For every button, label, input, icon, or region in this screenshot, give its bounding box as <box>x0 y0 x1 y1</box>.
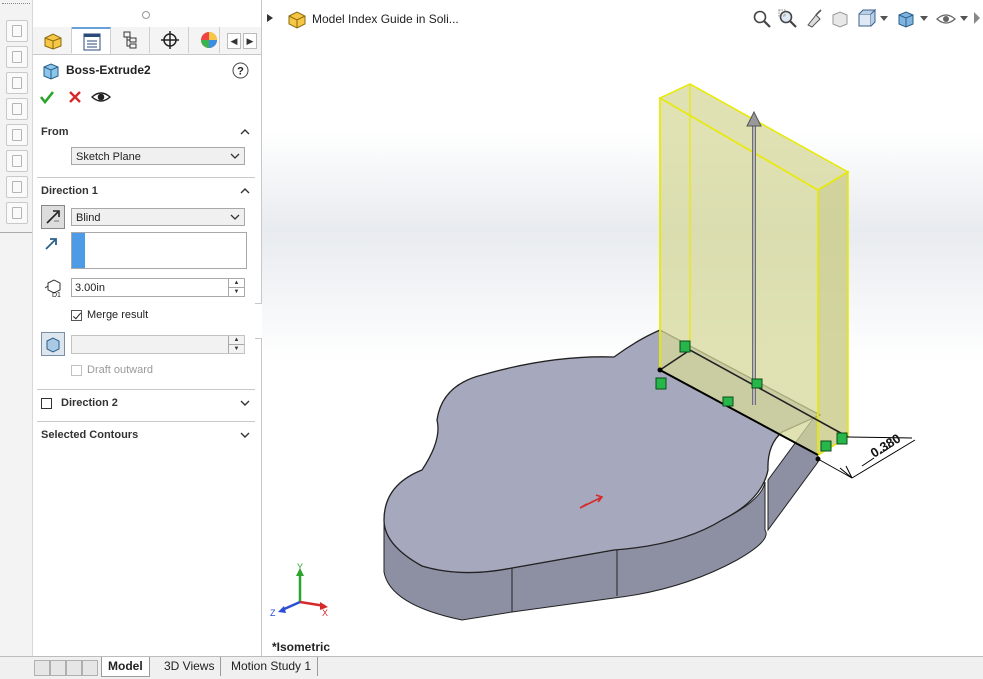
next-tab-icon[interactable] <box>66 660 82 676</box>
section-divider <box>37 177 255 178</box>
draft-on-off-icon[interactable] <box>41 332 65 356</box>
cancel-x-icon[interactable] <box>67 89 83 105</box>
spin-down-icon[interactable]: ▼ <box>229 287 244 296</box>
selected-contours-section-header[interactable]: Selected Contours <box>41 429 138 441</box>
chevron-down-icon[interactable] <box>240 398 250 408</box>
reference-triad[interactable]: Y X Z <box>270 562 330 622</box>
display-manager-icon <box>201 32 217 48</box>
direction-reference-selection-box[interactable] <box>71 232 247 269</box>
tab-configuration-manager[interactable] <box>111 27 150 53</box>
tab-display-manager[interactable] <box>189 27 220 53</box>
tab-property-manager[interactable] <box>72 27 111 54</box>
weld-symbol-tool-icon[interactable] <box>6 98 28 120</box>
triad-y-label: Y <box>297 562 303 572</box>
merge-result-label[interactable]: Merge result <box>87 309 148 321</box>
smart-dimension-tool-icon[interactable] <box>6 20 28 42</box>
help-icon[interactable]: ? <box>232 62 249 79</box>
from-section-header[interactable]: From <box>41 126 69 138</box>
surface-finish-tool-icon[interactable] <box>6 124 28 146</box>
direction-of-extrusion-icon <box>45 238 57 250</box>
draft-outward-checkbox[interactable] <box>71 365 82 376</box>
merge-result-checkbox[interactable] <box>71 310 82 321</box>
chevron-down-icon[interactable] <box>240 430 250 440</box>
strip-grip[interactable] <box>2 3 30 7</box>
extrude-preview-right[interactable] <box>817 170 849 457</box>
configuration-manager-icon <box>123 31 137 49</box>
previous-tab-icon[interactable] <box>50 660 66 676</box>
left-command-strip <box>0 0 33 656</box>
ok-checkmark-icon[interactable] <box>39 89 55 105</box>
depth-spinner[interactable]: ▲ ▼ <box>228 279 244 296</box>
feature-title: Boss-Extrude2 <box>66 63 151 77</box>
note-tool-icon[interactable] <box>6 72 28 94</box>
panel-grip-icon[interactable] <box>142 11 150 19</box>
svg-text:?: ? <box>237 66 244 78</box>
end-condition-value: Blind <box>76 212 101 224</box>
tabs-scroll-right-icon[interactable]: ▶ <box>243 33 257 49</box>
graphics-area[interactable]: Model Index Guide in Soli... 0.380 Y X Z… <box>262 0 983 656</box>
triad-z-label: Z <box>270 608 276 618</box>
direction2-checkbox[interactable] <box>41 398 52 409</box>
triad-x-label: X <box>322 608 328 618</box>
selection-focus-marker <box>72 233 85 268</box>
sketch-handle[interactable] <box>820 440 832 452</box>
tab-3d-views[interactable]: 3D Views <box>158 657 222 676</box>
start-condition-select[interactable]: Sketch Plane <box>71 147 245 165</box>
tab-model[interactable]: Model <box>101 657 150 677</box>
chevron-down-icon <box>230 153 240 159</box>
sketch-handle[interactable] <box>655 377 667 390</box>
tabs-scroll-left-icon[interactable]: ◀ <box>227 33 241 49</box>
feature-manager-icon <box>44 33 62 50</box>
tab-feature-manager[interactable] <box>33 27 72 53</box>
section-divider <box>37 389 255 390</box>
boss-extrude-icon <box>43 63 59 80</box>
direction1-section-header[interactable]: Direction 1 <box>41 185 98 197</box>
balloon-tool-icon[interactable] <box>6 176 28 198</box>
section-divider <box>37 421 255 422</box>
depth-input[interactable]: 3.00in ▲ ▼ <box>71 278 245 297</box>
spin-up-icon[interactable]: ▲ <box>229 336 244 344</box>
chevron-up-icon[interactable] <box>240 127 250 137</box>
annotation-tool-icon[interactable] <box>6 46 28 68</box>
solidworks-window: ◀ ▶ Boss-Extrude2 ? From Sketch Plane Di… <box>0 0 983 679</box>
draft-outward-label[interactable]: Draft outward <box>87 364 153 376</box>
draft-angle-spinner[interactable]: ▲ ▼ <box>228 336 244 353</box>
dimension-label[interactable]: 0.380 <box>868 431 904 461</box>
manager-tab-bar: ◀ ▶ <box>33 27 261 55</box>
last-tab-icon[interactable] <box>82 660 98 676</box>
chevron-up-icon[interactable] <box>240 186 250 196</box>
strip-separator <box>0 232 32 233</box>
reverse-direction-icon[interactable] <box>41 205 65 229</box>
sketch-handle[interactable] <box>751 378 763 389</box>
depth-value: 3.00in <box>75 282 105 294</box>
direction2-section-header[interactable]: Direction 2 <box>61 397 118 409</box>
sketch-handle[interactable] <box>836 432 848 445</box>
dimxpert-manager-icon <box>161 31 179 49</box>
start-condition-value: Sketch Plane <box>76 151 141 163</box>
property-manager-panel: ◀ ▶ Boss-Extrude2 ? From Sketch Plane Di… <box>33 0 266 656</box>
view-name-label: *Isometric <box>272 640 331 654</box>
end-condition-select[interactable]: Blind <box>71 208 245 226</box>
datum-tool-icon[interactable] <box>6 150 28 172</box>
chevron-down-icon <box>230 214 240 220</box>
first-tab-icon[interactable] <box>34 660 50 676</box>
detailed-preview-eye-icon[interactable] <box>91 89 111 105</box>
tab-dimxpert-manager[interactable] <box>150 27 189 53</box>
tab-motion-study-1[interactable]: Motion Study 1 <box>225 657 319 676</box>
dimxpert-tool-icon[interactable] <box>6 202 28 224</box>
svg-text:D1: D1 <box>52 292 61 298</box>
sketch-handle[interactable] <box>679 340 691 353</box>
spin-down-icon[interactable]: ▼ <box>229 344 244 353</box>
model-viewport[interactable]: 0.380 <box>262 0 983 656</box>
property-manager-icon <box>83 33 101 51</box>
sketch-handle[interactable] <box>722 396 734 407</box>
bottom-tab-bar: Model 3D Views Motion Study 1 <box>0 656 983 679</box>
spin-up-icon[interactable]: ▲ <box>229 279 244 287</box>
depth-d1-icon: D1 <box>44 279 61 298</box>
draft-angle-input[interactable]: ▲ ▼ <box>71 335 245 354</box>
